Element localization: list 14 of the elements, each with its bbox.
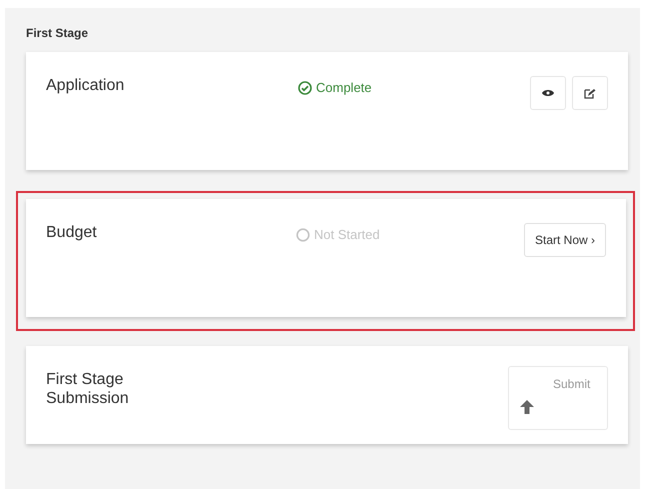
status-label: Complete (316, 80, 372, 95)
card-title: Budget (46, 223, 98, 242)
up-arrow-icon (519, 399, 535, 415)
edit-icon (584, 88, 596, 98)
view-button[interactable] (530, 76, 566, 110)
card-title: First Stage Submission (46, 370, 130, 408)
status-label: Not Started (314, 227, 380, 242)
circle-icon (296, 228, 310, 242)
start-button[interactable]: Start Now › (524, 223, 606, 257)
card-title: Application (46, 76, 126, 95)
check-circle-icon (298, 80, 312, 94)
section-heading: First Stage (26, 26, 90, 40)
eye-icon (542, 89, 554, 97)
edit-button[interactable] (572, 76, 608, 110)
